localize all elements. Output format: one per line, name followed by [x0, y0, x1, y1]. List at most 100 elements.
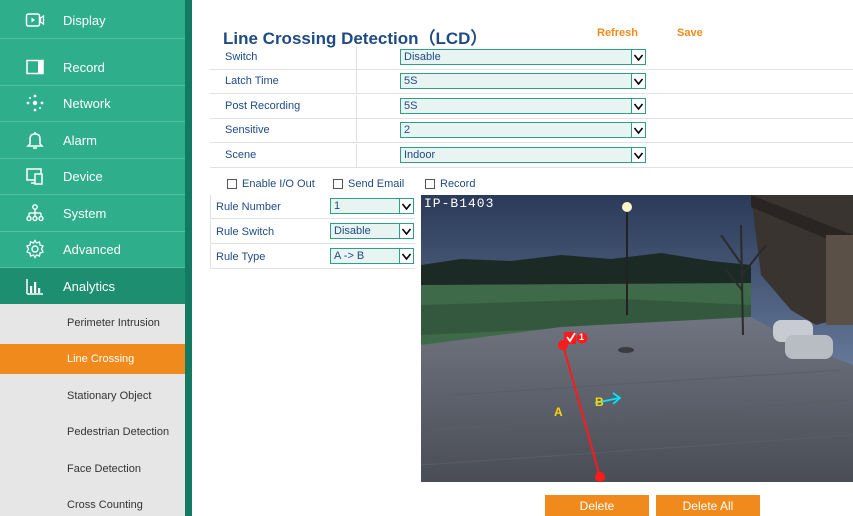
display-icon — [22, 9, 48, 31]
record-checkbox[interactable] — [425, 179, 435, 189]
sidebar: Display Record Network Alarm Device Syst… — [0, 0, 192, 516]
sensitive-label: Sensitive — [225, 124, 270, 136]
record-label: Record — [440, 178, 476, 190]
rule-switch-row: Rule Switch Disable — [210, 220, 415, 244]
switch-row: Switch Disable — [210, 46, 853, 70]
scene-select[interactable]: Indoor — [400, 147, 646, 163]
sensitive-select[interactable]: 2 — [400, 122, 646, 138]
crossing-line-end-handle — [595, 472, 605, 482]
chevron-down-icon — [631, 148, 645, 162]
switch-value: Disable — [404, 51, 441, 63]
sidebar-item-record[interactable]: Record — [0, 49, 185, 86]
advanced-gear-icon — [22, 238, 48, 260]
sidebar-item-label: Device — [63, 168, 103, 184]
scene-row: Scene Indoor — [210, 144, 853, 168]
refresh-link[interactable]: Refresh — [597, 27, 638, 39]
row-divider — [356, 46, 357, 70]
row-divider — [356, 95, 357, 119]
latch-time-row: Latch Time 5S — [210, 70, 853, 94]
rule-type-value: A -> B — [334, 250, 365, 262]
chevron-down-icon — [399, 249, 413, 263]
rule-switch-value: Disable — [334, 225, 371, 237]
rule-badge-number: 1 — [579, 332, 585, 342]
record-icon — [22, 56, 48, 78]
rule-type-row: Rule Type A -> B — [210, 245, 415, 269]
save-link[interactable]: Save — [677, 27, 703, 39]
sidebar-item-display[interactable]: Display — [0, 2, 185, 39]
sidebar-item-label: Advanced — [63, 241, 121, 257]
rule-number-label: Rule Number — [216, 201, 281, 213]
rule-number-select[interactable]: 1 — [330, 198, 414, 214]
submenu-item-line-crossing[interactable]: Line Crossing — [0, 344, 185, 374]
post-recording-label: Post Recording — [225, 100, 301, 112]
main-panel: Line Crossing Detection（LCD） Refresh Sav… — [210, 20, 853, 516]
sidebar-item-advanced[interactable]: Advanced — [0, 231, 185, 268]
rule-type-select[interactable]: A -> B — [330, 248, 414, 264]
send-email-option[interactable]: Send Email — [333, 176, 404, 192]
sidebar-item-label: Record — [63, 59, 105, 75]
scene-label: Scene — [225, 149, 257, 161]
sidebar-item-label: Display — [63, 12, 106, 28]
rule-switch-label: Rule Switch — [216, 226, 275, 238]
row-divider — [356, 119, 357, 143]
chevron-down-icon — [399, 224, 413, 238]
sidebar-item-label: System — [63, 205, 107, 221]
marker-b-label: B — [595, 395, 604, 409]
device-icon — [22, 165, 48, 187]
latch-time-select[interactable]: 5S — [400, 73, 646, 89]
enable-io-out-label: Enable I/O Out — [242, 178, 315, 190]
camera-preview[interactable]: IP-B1403 1 A B — [421, 195, 853, 482]
sidebar-item-network[interactable]: Network — [0, 85, 185, 122]
rule-switch-select[interactable]: Disable — [330, 223, 414, 239]
sidebar-strip — [185, 0, 192, 516]
analytics-chart-icon — [22, 275, 48, 297]
latch-time-label: Latch Time — [225, 75, 279, 87]
submenu-item-perimeter-intrusion[interactable]: Perimeter Intrusion — [0, 308, 185, 338]
sidebar-item-label: Analytics — [63, 278, 116, 294]
record-option[interactable]: Record — [425, 176, 475, 192]
rule-number-value: 1 — [334, 200, 341, 212]
sidebar-item-system[interactable]: System — [0, 195, 185, 232]
chevron-down-icon — [631, 74, 645, 88]
sensitive-row: Sensitive 2 — [210, 119, 853, 143]
switch-select[interactable]: Disable — [400, 49, 646, 65]
send-email-checkbox[interactable] — [333, 179, 343, 189]
submenu-item-stationary-object[interactable]: Stationary Object — [0, 381, 185, 411]
post-recording-value: 5S — [404, 100, 418, 112]
post-recording-select[interactable]: 5S — [400, 98, 646, 114]
alarm-bell-icon — [22, 129, 48, 151]
marker-a-label: A — [554, 405, 563, 419]
chevron-down-icon — [399, 199, 413, 213]
submenu-item-face-detection[interactable]: Face Detection — [0, 454, 185, 484]
delete-all-button[interactable]: Delete All — [656, 495, 760, 516]
system-icon — [22, 202, 48, 224]
submenu-item-pedestrian-detection[interactable]: Pedestrian Detection — [0, 417, 185, 447]
sidebar-item-analytics[interactable]: Analytics — [0, 268, 185, 305]
network-icon — [22, 92, 48, 114]
line-crossing-overlay — [558, 332, 622, 482]
chevron-down-icon — [631, 123, 645, 137]
sidebar-item-device[interactable]: Device — [0, 158, 185, 195]
delete-button[interactable]: Delete — [545, 495, 649, 516]
chevron-down-icon — [631, 50, 645, 64]
sensitive-value: 2 — [404, 124, 411, 136]
enable-io-out-checkbox[interactable] — [227, 179, 237, 189]
sidebar-item-alarm[interactable]: Alarm — [0, 122, 185, 159]
row-divider — [356, 70, 357, 94]
chevron-down-icon — [631, 99, 645, 113]
scene-value: Indoor — [404, 149, 436, 161]
send-email-label: Send Email — [348, 178, 405, 190]
analytics-submenu: Perimeter Intrusion Line Crossing Statio… — [0, 304, 185, 516]
rule-settings: Rule Number 1 Rule Switch Disable Rule T… — [210, 195, 415, 271]
sidebar-item-label: Alarm — [63, 132, 97, 148]
submenu-item-cross-counting[interactable]: Cross Counting — [0, 490, 185, 516]
latch-time-value: 5S — [404, 75, 418, 87]
crossing-line — [562, 344, 601, 478]
rule-type-label: Rule Type — [216, 251, 266, 263]
switch-label: Switch — [225, 51, 258, 63]
sidebar-item-label: Network — [63, 95, 111, 111]
rule-number-row: Rule Number 1 — [210, 195, 415, 219]
post-recording-row: Post Recording 5S — [210, 95, 853, 119]
enable-io-out-option[interactable]: Enable I/O Out — [227, 176, 315, 192]
row-divider — [356, 144, 357, 168]
